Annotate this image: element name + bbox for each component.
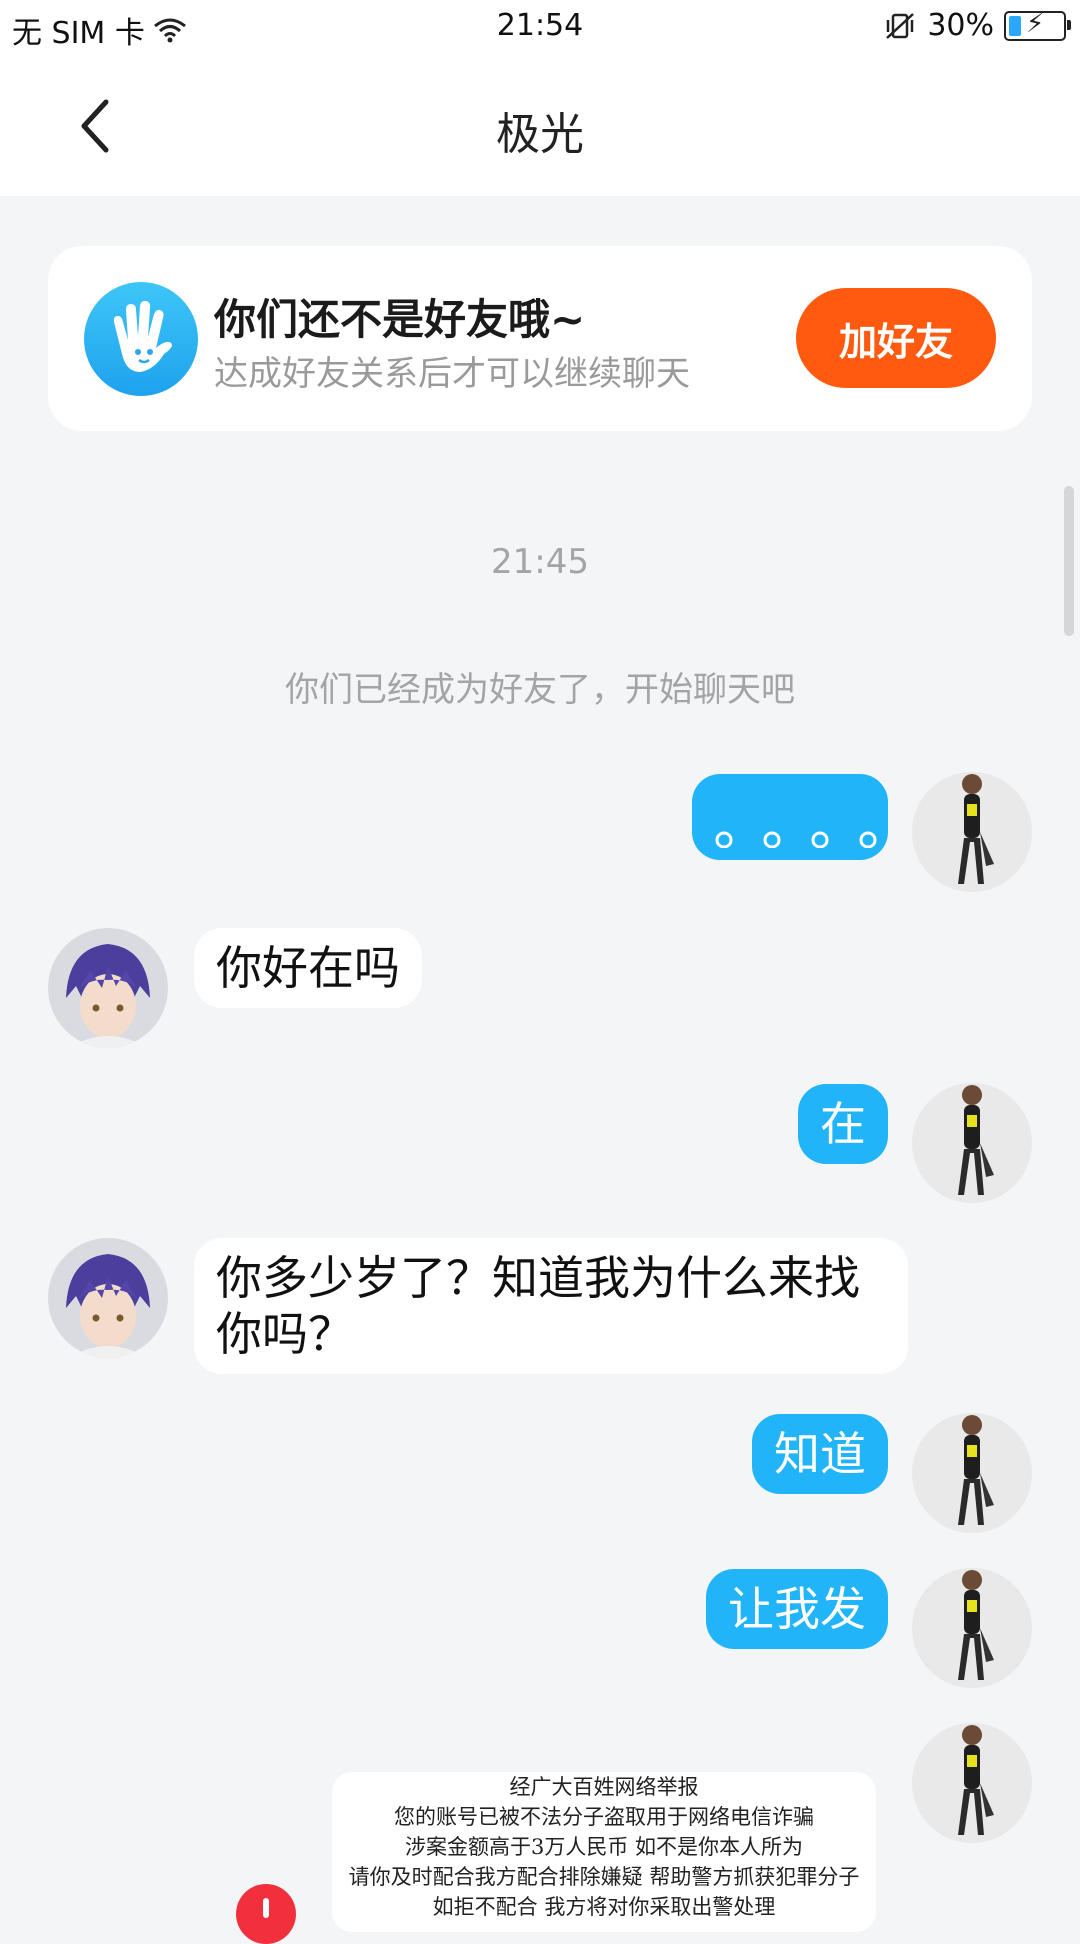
image-text-line: 经广大百姓网络举报 [509, 1775, 699, 1799]
my-message-bubble[interactable]: 。。。。 [692, 774, 888, 860]
add-friend-button[interactable]: 加好友 [796, 288, 996, 388]
my-avatar[interactable] [912, 1413, 1032, 1533]
status-bar: 无 SIM 卡 21:54 30% ⚡ [0, 0, 1080, 56]
peer-avatar[interactable] [48, 1238, 168, 1358]
image-text-line: 您的账号已被不法分子盗取用于网络电信诈骗 [394, 1805, 814, 1829]
nav-bar: 极光 [0, 56, 1080, 196]
ellipsis-dots-icon [715, 831, 877, 849]
notice-title: 你们还不是好友哦~ [214, 295, 586, 344]
peer-avatar[interactable] [48, 928, 168, 1048]
image-text-line: 请你及时配合我方配合排除嫌疑 帮助警方抓获犯罪分子 [348, 1865, 860, 1889]
image-text-line: 如拒不配合 我方将对你采取出警处理 [432, 1895, 776, 1919]
peer-message-bubble[interactable]: 你多少岁了？知道我为什么来找你吗？ [194, 1238, 908, 1374]
send-failed-icon[interactable] [236, 1884, 296, 1944]
battery-charging-icon: ⚡ [1004, 9, 1071, 41]
page-title: 极光 [496, 109, 584, 160]
battery-percent: 30% [927, 8, 994, 43]
my-message-bubble[interactable]: 让我发 [706, 1569, 888, 1649]
my-avatar[interactable] [912, 1568, 1032, 1688]
image-text-line: 涉案金额高于3万人民币 如不是你本人所为 [404, 1835, 804, 1859]
peer-message-bubble[interactable]: 你好在吗 [194, 928, 422, 1008]
vibrate-mute-icon [886, 12, 915, 39]
my-avatar[interactable] [912, 1723, 1032, 1843]
my-message-bubble[interactable]: 在 [798, 1084, 888, 1164]
friend-notice-card: 你们还不是好友哦~ 达成好友关系后才可以继续聊天 加好友 [48, 246, 1032, 431]
notice-subtitle: 达成好友关系后才可以继续聊天 [214, 354, 690, 394]
my-message-bubble[interactable]: 知道 [752, 1414, 888, 1494]
status-right: 30% ⚡ [883, 8, 1071, 43]
system-message: 你们已经成为好友了，开始聊天吧 [285, 670, 795, 710]
waving-hand-icon [84, 282, 198, 396]
my-avatar[interactable] [912, 1083, 1032, 1203]
my-avatar[interactable] [912, 772, 1032, 892]
chat-timestamp: 21:45 [491, 542, 589, 582]
image-message[interactable]: 经广大百姓网络举报 您的账号已被不法分子盗取用于网络电信诈骗 涉案金额高于3万人… [332, 1772, 876, 1932]
